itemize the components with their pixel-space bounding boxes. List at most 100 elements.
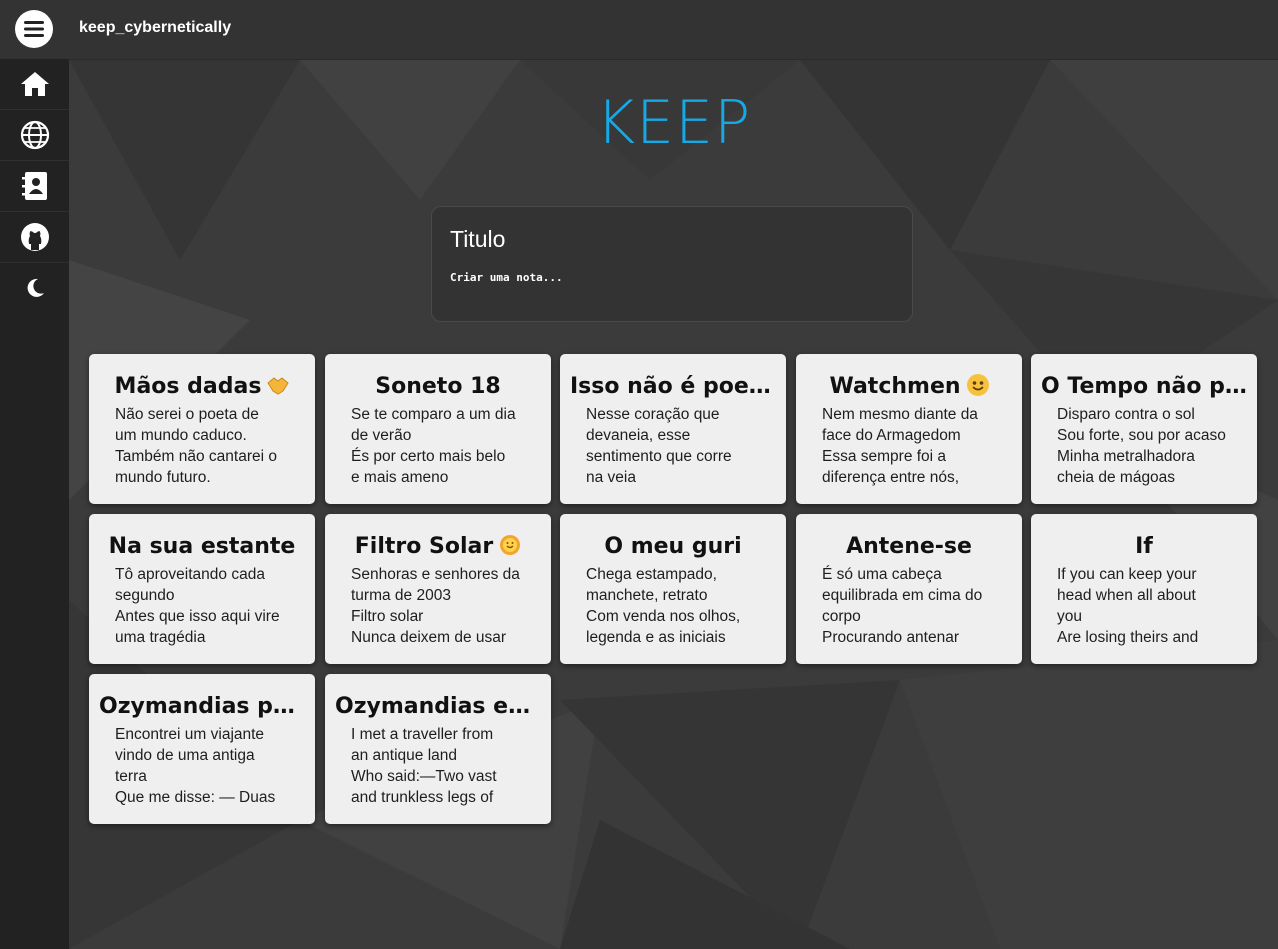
note-title: Na sua estante	[99, 533, 305, 561]
note-line: face do Armagedom	[822, 427, 961, 444]
note-line: Essa sempre foi a	[822, 448, 947, 465]
note-line: and trunkless legs of	[351, 789, 494, 806]
note-line: you	[1057, 608, 1082, 625]
app-title: keep_cybernetically	[79, 19, 232, 36]
note-line: Chega estampado,	[586, 566, 717, 583]
note-title-text: If	[1135, 534, 1153, 559]
note-line: segundo	[115, 587, 175, 604]
note-line: Com venda nos olhos,	[586, 608, 741, 625]
note-line: Encontrei um viajante	[115, 726, 265, 743]
note-line: e mais ameno	[351, 469, 449, 486]
note-line: um mundo caduco.	[115, 427, 247, 444]
note-title: Filtro Solar	[335, 533, 541, 561]
note-line: turma de 2003	[351, 587, 451, 604]
note-body: Tô aproveitando cada segundo Antes que iss…	[115, 564, 301, 648]
note-title-text: Mãos dadas	[114, 374, 262, 399]
note-title-input[interactable]: Titulo	[450, 226, 505, 253]
note-line: Who said:—Two vast	[351, 768, 497, 785]
note-line: equilibrada em cima do	[822, 587, 983, 604]
note-title: Isso não é poesia	[570, 373, 776, 401]
moon-icon	[27, 278, 44, 297]
note-line: I met a traveller from	[351, 726, 494, 743]
note-body: Nesse coração que devaneia, esse sentiment…	[586, 404, 772, 488]
note-title-text: Ozymandias en...	[335, 694, 541, 719]
note-title-text: O meu guri	[604, 534, 742, 559]
note-line: Procurando antenar	[822, 629, 960, 646]
sidebar-item-theme[interactable]	[0, 263, 69, 313]
sun-face-icon	[499, 534, 521, 556]
note-line: vindo de uma antiga	[115, 747, 255, 764]
note-line: Que me disse: — Duas	[115, 789, 276, 806]
note-composer[interactable]: Titulo Criar uma nota...	[431, 206, 913, 322]
sidebar-item-contacts[interactable]	[0, 161, 69, 212]
note-title-text: Isso não é poesia	[570, 374, 776, 399]
note-card[interactable]: Filtro Solar Senhoras e senhores da turma …	[325, 514, 551, 664]
note-line: Nesse coração que	[586, 406, 720, 423]
note-line: legenda e as iniciais	[586, 629, 726, 646]
note-line: És por certo mais belo	[351, 448, 506, 465]
note-line: cheia de mágoas	[1057, 469, 1176, 486]
note-body: Disparo contra o sol Sou forte, sou por a…	[1057, 404, 1243, 488]
note-line: uma tragédia	[115, 629, 206, 646]
note-line: devaneia, esse	[586, 427, 691, 444]
note-title-text: Soneto 18	[375, 374, 501, 399]
contacts-book-icon	[21, 172, 47, 200]
note-line: É só uma cabeça	[822, 566, 942, 583]
note-line: Se te comparo a um dia	[351, 406, 516, 423]
sidebar-item-github[interactable]	[0, 212, 69, 263]
note-title: Antene-se	[806, 533, 1012, 561]
note-card[interactable]: Isso não é poesia Nesse coração que devane…	[560, 354, 786, 504]
top-bar: keep_cybernetically	[0, 0, 1278, 60]
note-title: O meu guri	[570, 533, 776, 561]
menu-button[interactable]	[15, 10, 53, 48]
note-line: an antique land	[351, 747, 458, 764]
note-title-text: Antene-se	[846, 534, 972, 559]
note-card[interactable]: Antene-se É só uma cabeça equilibrada em c…	[796, 514, 1022, 664]
note-line: terra	[115, 768, 147, 785]
smiley-icon	[966, 374, 989, 396]
note-line: mundo futuro.	[115, 469, 211, 486]
note-line: Filtro solar	[351, 608, 424, 625]
note-body: If you can keep your head when all about y…	[1057, 564, 1243, 648]
note-line: de verão	[351, 427, 412, 444]
note-title-text: Watchmen	[829, 374, 961, 399]
note-line: Não serei o poeta de	[115, 406, 259, 423]
note-title: Soneto 18	[335, 373, 541, 401]
note-body: Chega estampado, manchete, retrato Com ven…	[586, 564, 772, 648]
note-line: Senhoras e senhores da	[351, 566, 520, 583]
note-card[interactable]: Soneto 18 Se te comparo a um dia de verão É…	[325, 354, 551, 504]
note-line: Minha metralhadora	[1057, 448, 1195, 465]
note-line: manchete, retrato	[586, 587, 708, 604]
note-card[interactable]: O meu guri Chega estampado, manchete, retr…	[560, 514, 786, 664]
note-line: diferença entre nós,	[822, 469, 960, 486]
note-line: Também não cantarei o	[115, 448, 277, 465]
note-body: Se te comparo a um dia de verão És por cer…	[351, 404, 537, 488]
note-title-text: O Tempo não p...	[1041, 374, 1247, 399]
note-line: sentimento que corre	[586, 448, 732, 465]
note-card[interactable]: Ozymandias en... I met a traveller from an…	[325, 674, 551, 824]
note-card[interactable]: Mãos dadas Não serei o poeta de um mundo c…	[89, 354, 315, 504]
app-logo: KEEP	[595, 88, 752, 158]
hamburger-icon	[24, 21, 44, 37]
note-line: na veia	[586, 469, 636, 486]
sidebar	[0, 59, 69, 949]
note-body: Senhoras e senhores da turma de 2003 Filtr…	[351, 564, 537, 648]
note-title-text: Na sua estante	[108, 534, 296, 559]
note-line: Tô aproveitando cada	[115, 566, 265, 583]
note-title: If	[1041, 533, 1247, 561]
note-card[interactable]: If If you can keep your head when all abou…	[1031, 514, 1257, 664]
note-line: corpo	[822, 608, 861, 625]
note-card[interactable]: Watchmen Nem mesmo diante da face do Armag…	[796, 354, 1022, 504]
github-icon	[20, 223, 49, 251]
note-body: Encontrei um viajante vindo de uma antiga…	[115, 724, 301, 808]
note-body-input[interactable]: Criar uma nota...	[450, 271, 563, 284]
note-card[interactable]: Ozymandias pt... Encontrei um viajante vin…	[89, 674, 315, 824]
note-card[interactable]: Na sua estante Tô aproveitando cada segund…	[89, 514, 315, 664]
note-line: Are losing theirs and	[1057, 629, 1199, 646]
note-line: Disparo contra o sol	[1057, 406, 1195, 423]
note-line: Sou forte, sou por acaso	[1057, 427, 1226, 444]
note-card[interactable]: O Tempo não p... Disparo contra o sol Sou …	[1031, 354, 1257, 504]
note-body: I met a traveller from an antique land Who…	[351, 724, 537, 808]
note-title-text: Ozymandias pt...	[99, 694, 305, 719]
note-line: Nem mesmo diante da	[822, 406, 978, 423]
